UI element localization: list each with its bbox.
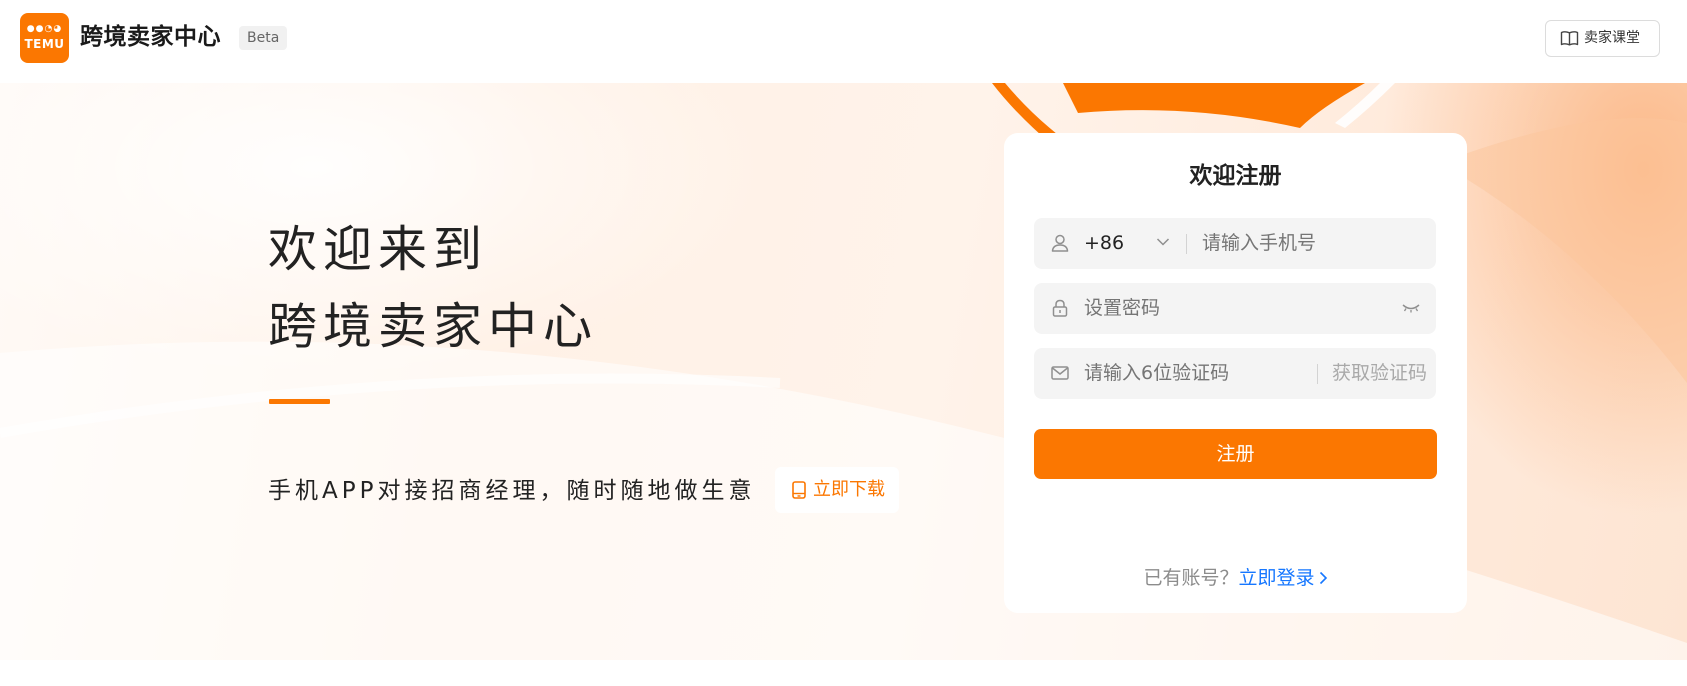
eye-closed-icon[interactable] bbox=[1401, 299, 1421, 317]
download-app-button[interactable]: 立即下载 bbox=[775, 467, 899, 513]
welcome-heading-line2: 跨境卖家中心 bbox=[268, 298, 599, 355]
verification-code-field: 获取验证码 bbox=[1034, 348, 1436, 399]
register-card: 欢迎注册 +86 获取验证码 bbox=[1004, 133, 1467, 613]
register-button[interactable]: 注册 bbox=[1034, 429, 1437, 479]
have-account-text: 已有账号？ bbox=[1143, 567, 1239, 589]
app-slogan: 手机APP对接招商经理，随时随地做生意 bbox=[268, 478, 756, 504]
seller-class-label: 卖家课堂 bbox=[1584, 30, 1640, 46]
chevron-right-icon bbox=[1319, 571, 1327, 585]
user-icon bbox=[1051, 234, 1069, 252]
field-divider bbox=[1317, 364, 1318, 384]
login-prompt: 已有账号？立即登录 bbox=[1004, 564, 1467, 592]
lock-icon bbox=[1052, 299, 1068, 317]
login-link[interactable]: 立即登录 bbox=[1239, 567, 1328, 589]
password-input[interactable] bbox=[1084, 283, 1384, 334]
login-link-label: 立即登录 bbox=[1238, 567, 1315, 589]
chevron-down-icon[interactable] bbox=[1156, 237, 1170, 247]
download-label: 立即下载 bbox=[813, 479, 885, 500]
page-footer-space bbox=[0, 660, 1687, 686]
country-code-select[interactable]: +86 bbox=[1084, 218, 1124, 269]
seller-class-button[interactable]: 卖家课堂 bbox=[1545, 20, 1660, 57]
logo-glyphs: ●●◔◕ bbox=[26, 24, 63, 34]
verification-code-input[interactable] bbox=[1084, 348, 1304, 399]
temu-logo[interactable]: ●●◔◕ TEMU bbox=[20, 13, 69, 63]
book-icon bbox=[1560, 31, 1579, 46]
register-title: 欢迎注册 bbox=[1189, 163, 1282, 189]
password-field bbox=[1034, 283, 1436, 334]
app-title: 跨境卖家中心 bbox=[80, 24, 221, 50]
accent-underline bbox=[269, 399, 330, 404]
welcome-heading-line1: 欢迎来到 bbox=[268, 221, 489, 278]
phone-input[interactable] bbox=[1202, 218, 1422, 269]
beta-badge: Beta bbox=[239, 26, 288, 50]
phone-icon bbox=[792, 481, 806, 499]
top-bar: ●●◔◕ TEMU 跨境卖家中心 Beta 卖家课堂 bbox=[0, 0, 1687, 83]
get-code-button[interactable]: 获取验证码 bbox=[1332, 348, 1427, 399]
phone-field: +86 bbox=[1034, 218, 1436, 269]
field-divider bbox=[1186, 234, 1187, 254]
logo-word: TEMU bbox=[24, 37, 65, 51]
mail-icon bbox=[1051, 366, 1069, 380]
